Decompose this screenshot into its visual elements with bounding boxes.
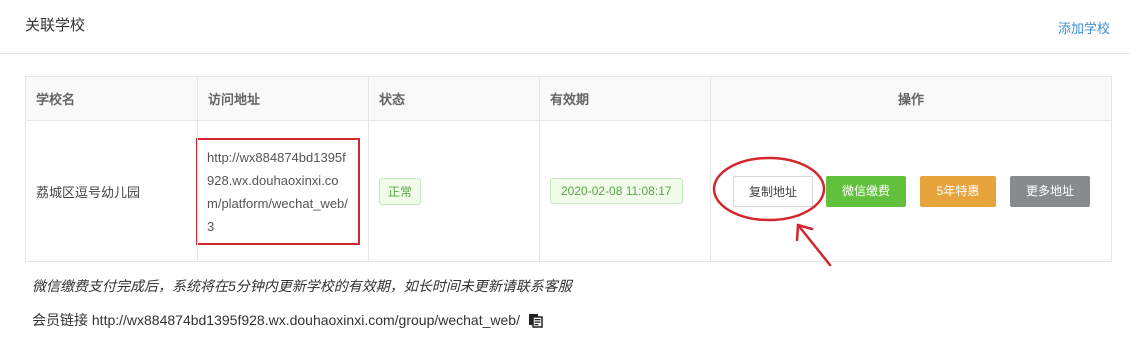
copy-icon[interactable] bbox=[528, 312, 544, 331]
member-link-label: 会员链接 bbox=[32, 312, 88, 328]
column-header-expiry: 有效期 bbox=[539, 76, 711, 121]
panel-title: 关联学校 bbox=[25, 17, 86, 34]
five-year-offer-button[interactable]: 5年特惠 bbox=[920, 176, 996, 207]
school-table: 学校名 访问地址 状态 有效期 操作 荔城区逗号幼儿园 http://wx884… bbox=[25, 76, 1112, 262]
more-urls-button[interactable]: 更多地址 bbox=[1010, 176, 1090, 207]
status-badge: 正常 bbox=[379, 177, 422, 205]
column-header-actions: 操作 bbox=[710, 76, 1112, 121]
add-school-link[interactable]: 添加学校 bbox=[1058, 18, 1110, 37]
actions-cell: 复制地址 微信缴费 5年特惠 更多地址 bbox=[710, 120, 1112, 262]
copy-url-button[interactable]: 复制地址 bbox=[733, 176, 813, 207]
panel-header: 关联学校 添加学校 bbox=[0, 0, 1130, 54]
column-header-school-name: 学校名 bbox=[25, 76, 198, 121]
table-row: 荔城区逗号幼儿园 http://wx884874bd1395f928.wx.do… bbox=[25, 120, 1112, 262]
member-link-line: 会员链接 http://wx884874bd1395f928.wx.douhao… bbox=[32, 310, 544, 331]
member-link-url: http://wx884874bd1395f928.wx.douhaoxinxi… bbox=[91, 312, 520, 328]
wechat-pay-button[interactable]: 微信缴费 bbox=[826, 176, 906, 207]
access-url-cell: http://wx884874bd1395f928.wx.douhaoxinxi… bbox=[196, 120, 369, 262]
school-name-cell: 荔城区逗号幼儿园 bbox=[25, 120, 198, 262]
status-cell: 正常 bbox=[368, 120, 540, 262]
expiry-badge: 2020-02-08 11:08:17 bbox=[550, 178, 683, 204]
actions-group: 复制地址 微信缴费 5年特惠 更多地址 bbox=[711, 121, 1111, 261]
column-header-status: 状态 bbox=[368, 76, 540, 121]
access-url-text: http://wx884874bd1395f928.wx.douhaoxinxi… bbox=[196, 137, 360, 245]
column-header-access-url: 访问地址 bbox=[197, 76, 369, 121]
payment-note: 微信缴费支付完成后，系统将在5分钟内更新学校的有效期，如长时间未更新请联系客服 bbox=[32, 278, 572, 294]
table-header-row: 学校名 访问地址 状态 有效期 操作 bbox=[25, 76, 1112, 121]
expiry-cell: 2020-02-08 11:08:17 bbox=[539, 120, 711, 262]
